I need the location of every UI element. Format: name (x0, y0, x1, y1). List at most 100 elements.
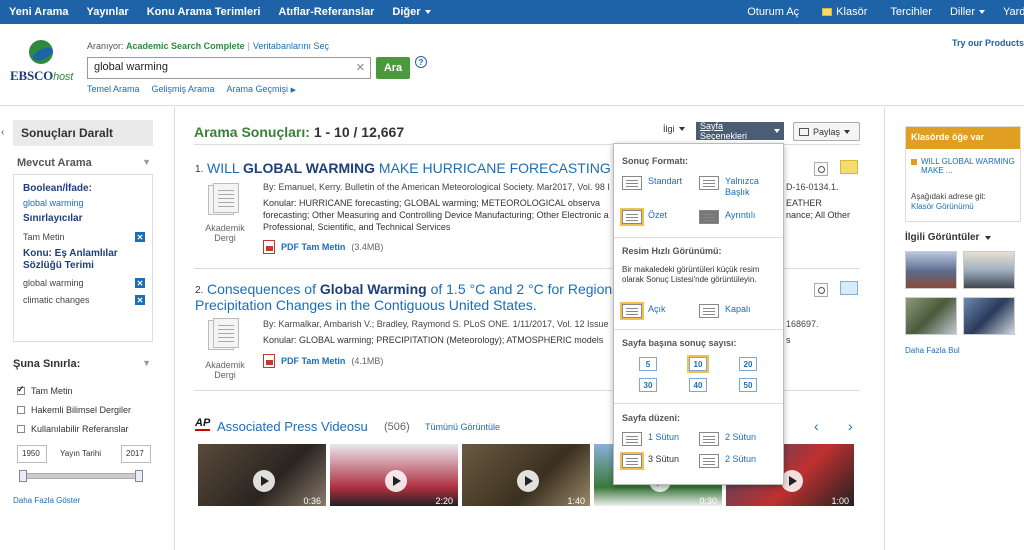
try-products-link[interactable]: Try our Products (952, 38, 1024, 48)
layout-1-column[interactable]: 1 Sütun (622, 432, 679, 446)
sign-in-link[interactable]: Oturum Aç (738, 0, 808, 24)
related-image[interactable] (963, 251, 1015, 289)
per-page-50[interactable]: 50 (739, 378, 757, 392)
limit-to-label: Şuna Sınırla: (13, 358, 81, 370)
per-page-40[interactable]: 40 (689, 378, 707, 392)
format-standard[interactable]: Standart (622, 176, 682, 190)
advanced-search-link[interactable]: Gelişmiş Arama (152, 84, 215, 94)
view-all-link[interactable]: Tümünü Görüntüle (425, 422, 500, 432)
layout-2-column[interactable]: 2 Sütun (699, 432, 756, 446)
per-page-30[interactable]: 30 (639, 378, 657, 392)
remove-icon[interactable]: ✕ (135, 232, 145, 242)
image-view-off[interactable]: Kapalı (699, 304, 751, 318)
limiter-label: Tam Metin (23, 232, 65, 242)
format-brief[interactable]: Özet (620, 208, 668, 226)
year-to-input[interactable]: 2017 (121, 445, 151, 463)
search-history-link[interactable]: Arama Geçmişi ▶ (227, 84, 296, 94)
full-text-option[interactable]: Tam Metin (17, 384, 73, 396)
publication-type: Akademik Dergi (205, 360, 245, 380)
layout-3-column[interactable]: 3 Sütun (620, 452, 680, 470)
option-label: Hakemli Bilimsel Dergiler (31, 405, 132, 415)
pdf-full-text-link[interactable]: PDF Tam Metin (3.4MB) (263, 240, 383, 254)
slider-handle-start[interactable] (19, 470, 27, 482)
nav-publications[interactable]: Yayınlar (78, 0, 138, 24)
year-from-input[interactable]: 1950 (17, 445, 47, 463)
search-input[interactable]: global warming ✕ (87, 57, 371, 79)
video-thumbnail[interactable]: 2:20 (330, 444, 458, 506)
caret-right-icon: ▶ (290, 87, 296, 94)
related-image[interactable] (905, 297, 957, 335)
folder-link[interactable]: Klasör (808, 0, 876, 24)
add-to-folder-icon[interactable] (840, 281, 858, 295)
basic-search-link[interactable]: Temel Arama (87, 84, 140, 94)
nav-subject-terms[interactable]: Konu Arama Terimleri (138, 0, 270, 24)
prev-arrow-icon[interactable]: ‹ (814, 418, 819, 434)
video-thumbnail[interactable]: 0:36 (198, 444, 326, 506)
collapse-left-icon[interactable]: ‹ (1, 127, 4, 138)
folder-item-link[interactable]: WILL GLOBAL WARMING MAKE ... (911, 157, 1015, 175)
layout-2-column-alt[interactable]: 2 Sütun (699, 454, 756, 468)
nav-more[interactable]: Diğer (383, 0, 439, 24)
pdf-size: (4.1MB) (351, 356, 384, 366)
result-title-link-line2[interactable]: Precipitation Changes in the Contiguous … (195, 297, 537, 313)
slider-handle-end[interactable] (135, 470, 143, 482)
current-search-heading[interactable]: Mevcut Arama ▼ (17, 157, 153, 169)
folder-link-label: Klasör (836, 6, 868, 18)
top-nav: Yeni Arama Yayınlar Konu Arama Terimleri… (0, 0, 1024, 24)
preferences-link[interactable]: Tercihler (876, 0, 941, 24)
help-icon[interactable]: ? (415, 56, 427, 68)
page-options-button[interactable]: Sayfa Seçenekleri (696, 121, 784, 141)
year-slider[interactable] (19, 470, 143, 482)
subject-heading: Konu: Eş Anlamlılar Sözlüğü Terimi (23, 248, 118, 271)
ap-videos-title[interactable]: Associated Press Videosu (217, 419, 368, 434)
checkbox[interactable] (17, 406, 25, 414)
per-page-10[interactable]: 10 (687, 355, 709, 373)
languages-menu[interactable]: Diller (941, 0, 994, 24)
format-label: Özet (648, 210, 668, 220)
peer-reviewed-option[interactable]: Hakemli Bilimsel Dergiler (17, 405, 131, 415)
related-image[interactable] (905, 251, 957, 289)
format-title-only[interactable]: Yalnızca Başlık (699, 176, 779, 198)
result-number: 2. (195, 285, 204, 296)
show-more-link[interactable]: Daha Fazla Göster (13, 496, 80, 505)
result-title-link[interactable]: Consequences of Global Warming of 1.5 °C… (207, 281, 613, 297)
languages-label: Diller (949, 6, 975, 18)
video-thumbnail[interactable]: 1:40 (462, 444, 590, 506)
share-button[interactable]: Paylaş (793, 122, 860, 141)
journal-icon[interactable] (208, 318, 244, 352)
boolean-value[interactable]: global warming (23, 198, 143, 208)
checkbox[interactable] (17, 384, 25, 395)
result-title-link[interactable]: WILL GLOBAL WARMING MAKE HURRICANE FOREC… (207, 160, 613, 176)
references-option[interactable]: Kullanılabilir Referanslar (17, 424, 129, 434)
per-page-5[interactable]: 5 (639, 357, 657, 371)
related-images-heading[interactable]: İlgili Görüntüler (905, 232, 992, 243)
limit-to-heading[interactable]: Şuna Sınırla: ▼ (13, 358, 153, 370)
layout-label: 3 Sütun (648, 454, 680, 464)
clear-icon[interactable]: ✕ (356, 61, 365, 74)
checkbox[interactable] (17, 425, 25, 433)
per-page-20[interactable]: 20 (739, 357, 757, 371)
find-more-link[interactable]: Daha Fazla Bul (905, 346, 960, 355)
remove-icon[interactable]: ✕ (135, 278, 145, 288)
preview-icon[interactable] (814, 283, 828, 297)
relevance-sort[interactable]: İlgi (663, 124, 685, 134)
result-subjects-tail: s (786, 335, 791, 345)
pdf-full-text-link[interactable]: PDF Tam Metin (4.1MB) (263, 354, 383, 368)
preview-icon[interactable] (814, 162, 828, 176)
search-button[interactable]: Ara (376, 57, 410, 79)
remove-icon[interactable]: ✕ (135, 295, 145, 305)
next-arrow-icon[interactable]: › (848, 418, 853, 434)
help-link[interactable]: Yardım (994, 0, 1024, 24)
format-detailed[interactable]: Ayrıntılı (699, 210, 755, 224)
add-to-folder-icon[interactable] (840, 160, 858, 174)
detailed-format-icon (699, 210, 719, 224)
nav-new-search[interactable]: Yeni Arama (0, 0, 78, 24)
related-image[interactable] (963, 297, 1015, 335)
choose-databases-link[interactable]: Veritabanlarını Seç (253, 41, 329, 51)
results-per-page-heading: Sayfa başına sonuç sayısı: (622, 338, 737, 348)
ebsco-logo[interactable]: EBSCOhost (10, 40, 78, 90)
journal-icon[interactable] (208, 183, 244, 217)
folder-view-link[interactable]: Klasör Görünümü (911, 202, 974, 211)
image-view-on[interactable]: Açık (620, 302, 666, 320)
nav-citations[interactable]: Atıflar-Referanslar (269, 0, 383, 24)
